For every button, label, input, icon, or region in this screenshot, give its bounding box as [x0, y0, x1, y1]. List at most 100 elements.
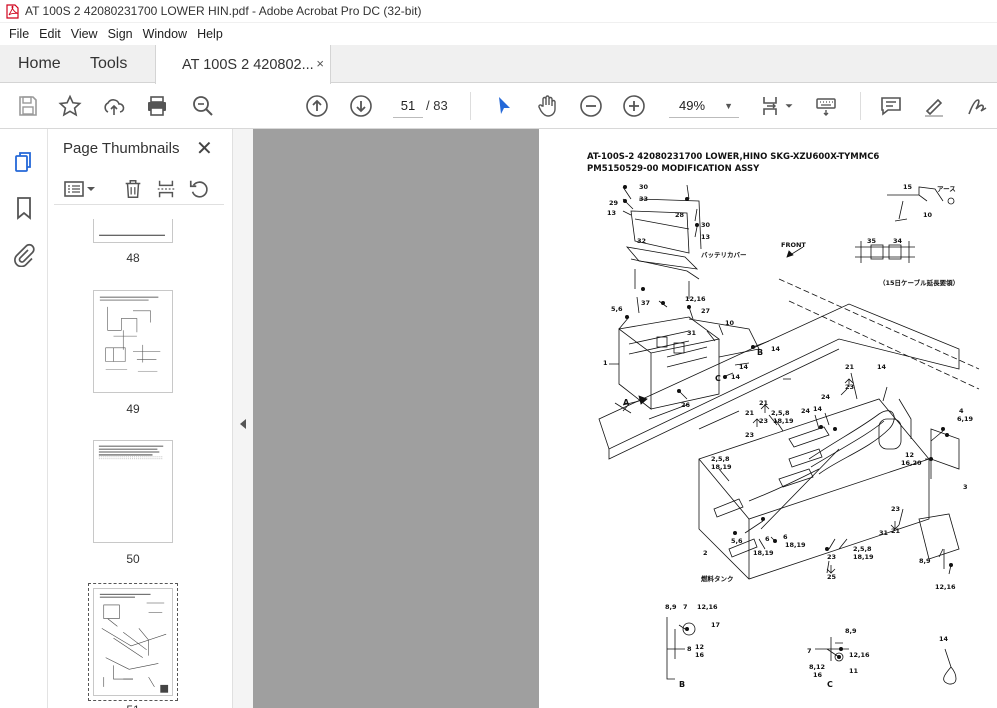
rotate-page-icon[interactable]: [186, 177, 212, 201]
fuel-tank-label: 燃料タンク: [701, 574, 734, 583]
next-page-icon[interactable]: [347, 92, 375, 120]
svg-text:32: 32: [637, 237, 646, 245]
svg-text:29: 29: [609, 199, 619, 207]
svg-text:6: 6: [765, 535, 770, 543]
menu-view[interactable]: View: [66, 27, 103, 41]
svg-text:2: 2: [703, 549, 708, 557]
panel-toolbar: [54, 175, 224, 205]
attachments-icon[interactable]: [11, 242, 37, 268]
thumbnail-options-icon[interactable]: [62, 177, 98, 201]
tab-bar: Home Tools AT 100S 2 420802... ×: [0, 45, 997, 84]
keyboard-icon[interactable]: [812, 92, 840, 120]
zoom-out-icon[interactable]: [577, 92, 605, 120]
page-thumbnails-icon[interactable]: [11, 149, 37, 175]
battery-cover-label: バッテリカバー: [701, 251, 747, 259]
zoom-in-icon[interactable]: [620, 92, 648, 120]
save-icon[interactable]: [14, 92, 42, 120]
thumbnail-label: 51: [48, 703, 218, 708]
svg-text:26: 26: [681, 401, 691, 409]
toolbar-divider: [470, 92, 471, 120]
extract-page-icon[interactable]: [153, 177, 179, 201]
thumbnail-label: 49: [126, 402, 140, 416]
svg-text:12: 12: [695, 643, 704, 651]
svg-text:5,6: 5,6: [611, 305, 623, 313]
svg-text:2,5,8: 2,5,8: [853, 545, 872, 553]
svg-text:23: 23: [827, 553, 836, 561]
svg-text:24: 24: [821, 393, 831, 401]
svg-text:12,16: 12,16: [849, 651, 870, 659]
highlight-icon[interactable]: [920, 92, 948, 120]
svg-text:21: 21: [845, 363, 855, 371]
svg-text:35: 35: [867, 237, 877, 245]
close-panel-icon[interactable]: ✕: [196, 136, 213, 161]
svg-text:12,16: 12,16: [935, 583, 956, 591]
svg-text:10: 10: [725, 319, 735, 327]
document-viewer[interactable]: AT-100S-2 42080231700 LOWER,HINO SKG-XZU…: [253, 129, 997, 708]
upload-icon[interactable]: [100, 92, 128, 120]
svg-text:12,16: 12,16: [697, 603, 718, 611]
menu-edit[interactable]: Edit: [34, 27, 66, 41]
thumbnail-list[interactable]: 48 49 50: [48, 219, 218, 708]
svg-text:31: 31: [879, 529, 889, 537]
page-count: / 83: [426, 98, 448, 113]
thumbnail-page-50[interactable]: [93, 440, 173, 543]
fit-page-icon[interactable]: [757, 92, 785, 120]
svg-text:23: 23: [759, 417, 768, 425]
svg-text:6,19: 6,19: [957, 415, 974, 423]
svg-text:8,9: 8,9: [845, 627, 857, 635]
svg-text:18,19: 18,19: [773, 417, 794, 425]
hand-icon[interactable]: [533, 92, 561, 120]
menu-window[interactable]: Window: [138, 27, 192, 41]
svg-text:23: 23: [745, 431, 754, 439]
parts-diagram: 3033 2913 283013 32 37 12,16 5,6 27 3110 1…: [598, 183, 980, 689]
tab-tools[interactable]: Tools: [90, 45, 127, 83]
thumbnail-page-49[interactable]: [93, 290, 173, 393]
delete-page-icon[interactable]: [120, 177, 146, 201]
svg-text:18,19: 18,19: [853, 553, 874, 561]
svg-text:13: 13: [607, 209, 616, 217]
svg-text:18,19: 18,19: [753, 549, 774, 557]
svg-text:16: 16: [695, 651, 705, 659]
svg-text:8,9: 8,9: [919, 557, 931, 565]
svg-text:10: 10: [923, 211, 933, 219]
menu-help[interactable]: Help: [192, 27, 228, 41]
tab-home[interactable]: Home: [18, 45, 61, 83]
svg-text:16: 16: [813, 671, 823, 679]
bookmarks-icon[interactable]: [11, 195, 37, 221]
prev-page-icon[interactable]: [303, 92, 331, 120]
zoom-level-select[interactable]: 49% ▼: [669, 94, 739, 118]
collapse-panel-icon[interactable]: [240, 419, 246, 429]
svg-text:12,16: 12,16: [685, 295, 706, 303]
earth-label: アース: [937, 185, 956, 193]
panel-splitter[interactable]: [232, 129, 253, 708]
page-number-input[interactable]: 51: [393, 94, 423, 118]
svg-text:8,9: 8,9: [665, 603, 677, 611]
thumbnail-label: 50: [126, 552, 140, 566]
sign-icon[interactable]: [963, 92, 991, 120]
svg-text:12: 12: [905, 451, 914, 459]
comment-icon[interactable]: [877, 92, 905, 120]
thumbnail-page-51[interactable]: [88, 583, 178, 701]
thumbnail-page-48[interactable]: [93, 219, 173, 243]
acrobat-logo-icon: [6, 3, 19, 19]
menu-sign[interactable]: Sign: [103, 27, 138, 41]
search-zoom-icon[interactable]: [189, 92, 217, 120]
svg-text:13: 13: [701, 233, 710, 241]
svg-text:31: 31: [687, 329, 697, 337]
print-icon[interactable]: [143, 92, 171, 120]
bookmark-star-icon[interactable]: [56, 92, 84, 120]
svg-text:27: 27: [701, 307, 710, 315]
close-tab-icon[interactable]: ×: [316, 56, 324, 71]
svg-text:14: 14: [771, 345, 781, 353]
svg-text:14: 14: [731, 373, 741, 381]
svg-text:25: 25: [827, 573, 837, 581]
svg-text:28: 28: [675, 211, 685, 219]
tab-document[interactable]: AT 100S 2 420802... ×: [155, 45, 331, 84]
svg-text:14: 14: [813, 405, 823, 413]
select-arrow-icon[interactable]: [490, 92, 518, 120]
svg-text:21: 21: [891, 527, 901, 535]
svg-text:30: 30: [639, 183, 649, 191]
chevron-down-icon[interactable]: [782, 92, 796, 120]
menu-file[interactable]: File: [4, 27, 34, 41]
svg-text:23: 23: [891, 505, 900, 513]
